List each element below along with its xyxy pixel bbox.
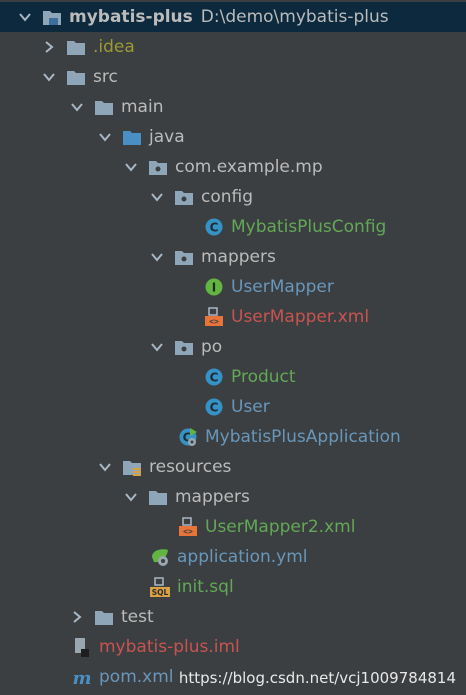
tree-row-resources-mappers[interactable]: mappers (0, 482, 466, 512)
tree-row-config[interactable]: config (0, 182, 466, 212)
project-tree: mybatis-plus D:\demo\mybatis-plus .idea … (0, 0, 466, 695)
tree-row-product[interactable]: C Product (0, 362, 466, 392)
chevron-down-icon[interactable] (70, 100, 84, 114)
chevron-right-icon[interactable] (42, 40, 56, 54)
project-folder-icon (42, 7, 62, 27)
chevron-down-icon[interactable] (98, 460, 112, 474)
folder-icon (148, 487, 168, 507)
tree-label-application-class: MybatisPlusApplication (205, 427, 401, 447)
chevron-down-icon[interactable] (150, 250, 164, 264)
tree-row-package[interactable]: com.example.mp (0, 152, 466, 182)
chevron-down-icon[interactable] (124, 490, 138, 504)
tree-row-application-class[interactable]: C MybatisPlusApplication (0, 422, 466, 452)
svg-text:I: I (212, 281, 216, 295)
spring-boot-application-icon: C (178, 427, 198, 447)
chevron-down-icon[interactable] (150, 190, 164, 204)
xml-icon: <> (178, 517, 198, 537)
chevron-down-icon[interactable] (124, 160, 138, 174)
package-icon (174, 337, 194, 357)
folder-icon (66, 37, 86, 57)
tree-row-test[interactable]: test (0, 602, 466, 632)
tree-label-user-mapper2-xml: UserMapper2.xml (205, 517, 356, 537)
tree-row-idea[interactable]: .idea (0, 32, 466, 62)
tree-label-application-yml: application.yml (177, 547, 308, 567)
tree-label-main: main (121, 97, 164, 117)
tree-row-src[interactable]: src (0, 62, 466, 92)
tree-label-user: User (231, 397, 270, 417)
tree-label-mybatis-plus-config: MybatisPlusConfig (231, 217, 387, 237)
tree-label-test: test (121, 607, 154, 627)
tree-label-src: src (93, 67, 118, 87)
chevron-down-icon[interactable] (98, 130, 112, 144)
tree-label-idea: .idea (93, 37, 135, 57)
tree-label-pom: pom.xml (99, 667, 174, 687)
tree-row-project-root[interactable]: mybatis-plus D:\demo\mybatis-plus (0, 2, 466, 32)
svg-text:SQL: SQL (152, 588, 169, 597)
svg-text:C: C (210, 221, 219, 235)
class-icon: C (204, 367, 224, 387)
class-icon: C (204, 217, 224, 237)
tree-label-user-mapper: UserMapper (231, 277, 334, 297)
tree-label-resources: resources (149, 457, 232, 477)
iml-icon (72, 637, 92, 657)
tree-row-java[interactable]: java (0, 122, 466, 152)
tree-row-init-sql[interactable]: SQL init.sql (0, 572, 466, 602)
maven-icon: m (72, 667, 92, 687)
tree-label-iml: mybatis-plus.iml (99, 637, 240, 657)
folder-icon (66, 67, 86, 87)
tree-label-init-sql: init.sql (177, 577, 234, 597)
folder-icon (94, 97, 114, 117)
resources-folder-icon (122, 457, 142, 477)
xml-icon: <> (204, 307, 224, 327)
svg-text:m: m (72, 668, 91, 687)
folder-icon (94, 607, 114, 627)
svg-text:C: C (210, 401, 219, 415)
chevron-down-icon[interactable] (150, 340, 164, 354)
tree-row-mappers[interactable]: mappers (0, 242, 466, 272)
project-path: D:\demo\mybatis-plus (200, 7, 389, 27)
tree-label-user-mapper-xml: UserMapper.xml (231, 307, 370, 327)
tree-row-resources[interactable]: resources (0, 452, 466, 482)
interface-icon: I (204, 277, 224, 297)
package-icon (174, 187, 194, 207)
source-folder-icon (122, 127, 142, 147)
tree-label-java: java (149, 127, 185, 147)
svg-text:<>: <> (209, 317, 219, 326)
sql-icon: SQL (150, 577, 170, 597)
tree-row-po[interactable]: po (0, 332, 466, 362)
chevron-down-icon[interactable] (42, 70, 56, 84)
watermark: https://blog.csdn.net/vcj1009784814 (178, 669, 456, 687)
tree-row-mybatis-plus-config[interactable]: C MybatisPlusConfig (0, 212, 466, 242)
chevron-down-icon[interactable] (18, 10, 32, 24)
tree-row-user[interactable]: C User (0, 392, 466, 422)
tree-row-user-mapper2-xml[interactable]: <> UserMapper2.xml (0, 512, 466, 542)
tree-label-package: com.example.mp (175, 157, 323, 177)
tree-row-user-mapper[interactable]: I UserMapper (0, 272, 466, 302)
tree-label-mappers: mappers (201, 247, 276, 267)
tree-row-user-mapper-xml[interactable]: <> UserMapper.xml (0, 302, 466, 332)
class-icon: C (204, 397, 224, 417)
svg-text:C: C (210, 371, 219, 385)
tree-label-product: Product (231, 367, 296, 387)
tree-label-config: config (201, 187, 254, 207)
project-name: mybatis-plus (69, 7, 193, 27)
package-icon (148, 157, 168, 177)
tree-row-iml[interactable]: mybatis-plus.iml (0, 632, 466, 662)
tree-row-application-yml[interactable]: application.yml (0, 542, 466, 572)
tree-row-main[interactable]: main (0, 92, 466, 122)
svg-text:<>: <> (183, 527, 193, 536)
package-icon (174, 247, 194, 267)
tree-label-resources-mappers: mappers (175, 487, 250, 507)
chevron-right-icon[interactable] (70, 610, 84, 624)
tree-label-po: po (201, 337, 223, 357)
yaml-icon (150, 547, 170, 567)
